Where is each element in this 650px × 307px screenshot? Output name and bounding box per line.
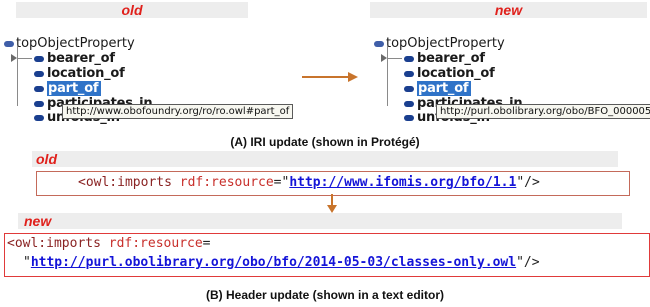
tree-line bbox=[17, 46, 18, 106]
tree-item-part-of[interactable]: part_of bbox=[404, 81, 472, 96]
update-arrow-icon bbox=[302, 72, 358, 82]
tree-root-label: topObjectProperty bbox=[16, 36, 135, 51]
tree-item-part-of[interactable]: part_of bbox=[34, 81, 102, 96]
old-label-bar-b: old bbox=[32, 151, 618, 167]
property-icon bbox=[404, 85, 414, 92]
new-header-box: <owl:imports rdf:resource= "http://purl.… bbox=[4, 233, 650, 277]
tree-item-label: bearer_of bbox=[417, 51, 485, 66]
property-icon bbox=[4, 40, 14, 47]
old-label-a: old bbox=[121, 2, 143, 18]
tree-line bbox=[388, 58, 402, 59]
tree-item-location-of[interactable]: location_of bbox=[404, 66, 495, 81]
tree-item-label-selected: part_of bbox=[417, 81, 472, 96]
new-label-bar-a: new bbox=[370, 2, 647, 18]
property-icon bbox=[374, 40, 384, 47]
tree-item-bearer-of[interactable]: bearer_of bbox=[34, 51, 115, 66]
new-bfo-url[interactable]: http://purl.obolibrary.org/obo/bfo/2014-… bbox=[31, 255, 516, 270]
old-label-bar-a: old bbox=[16, 2, 248, 18]
tree-item-label: bearer_of bbox=[47, 51, 115, 66]
old-imports-line[interactable]: <owl:imports rdf:resource="http://www.if… bbox=[78, 175, 540, 190]
down-arrow-icon bbox=[327, 194, 337, 213]
old-header-box: <owl:imports rdf:resource="http://www.if… bbox=[36, 171, 630, 196]
property-icon bbox=[404, 70, 414, 77]
xml-punct: "/> bbox=[516, 255, 540, 270]
tree-root-label: topObjectProperty bbox=[386, 36, 505, 51]
property-icon bbox=[34, 114, 44, 121]
xml-punct: = bbox=[202, 236, 211, 251]
caption-b: (B) Header update (shown in a text edito… bbox=[205, 288, 445, 302]
tree-item-label-selected: part_of bbox=[47, 81, 102, 96]
old-label-b: old bbox=[36, 151, 57, 167]
xml-tag: <owl:imports bbox=[7, 236, 101, 251]
xml-tag: <owl:imports bbox=[78, 175, 172, 190]
property-icon bbox=[404, 55, 414, 62]
new-label-a: new bbox=[494, 2, 523, 18]
tree-item-label: location_of bbox=[417, 66, 495, 81]
property-icon bbox=[404, 114, 414, 121]
xml-punct: " bbox=[23, 255, 31, 270]
old-bfo-url[interactable]: http://www.ifomis.org/bfo/1.1 bbox=[289, 175, 516, 190]
iri-tooltip-new: http://purl.obolibrary.org/obo/BFO_00000… bbox=[436, 104, 650, 119]
new-imports-line-2[interactable]: "http://purl.obolibrary.org/obo/bfo/2014… bbox=[23, 255, 540, 270]
xml-punct: "/> bbox=[516, 175, 540, 190]
tree-root-old[interactable]: topObjectProperty bbox=[4, 36, 135, 51]
expand-arrow-icon[interactable] bbox=[381, 54, 387, 62]
tree-line bbox=[387, 46, 388, 106]
iri-tooltip-old: http://www.obofoundry.org/ro/ro.owl#part… bbox=[62, 104, 294, 119]
expand-arrow-icon[interactable] bbox=[11, 54, 17, 62]
new-label-bar-b: new bbox=[18, 213, 622, 229]
property-icon bbox=[404, 100, 414, 107]
new-label-b: new bbox=[24, 213, 52, 229]
property-icon bbox=[34, 70, 44, 77]
caption-a: (A) IRI update (shown in Protégé) bbox=[230, 135, 420, 149]
property-icon bbox=[34, 100, 44, 107]
xml-punct: =" bbox=[273, 175, 290, 190]
new-imports-line-1[interactable]: <owl:imports rdf:resource= bbox=[7, 236, 211, 251]
xml-attribute: rdf:resource bbox=[179, 175, 274, 190]
xml-attribute: rdf:resource bbox=[108, 236, 203, 251]
tree-item-label: location_of bbox=[47, 66, 125, 81]
tree-item-location-of[interactable]: location_of bbox=[34, 66, 125, 81]
tree-item-bearer-of[interactable]: bearer_of bbox=[404, 51, 485, 66]
tree-line bbox=[18, 58, 32, 59]
property-icon bbox=[34, 55, 44, 62]
property-icon bbox=[34, 85, 44, 92]
tree-root-new[interactable]: topObjectProperty bbox=[374, 36, 505, 51]
